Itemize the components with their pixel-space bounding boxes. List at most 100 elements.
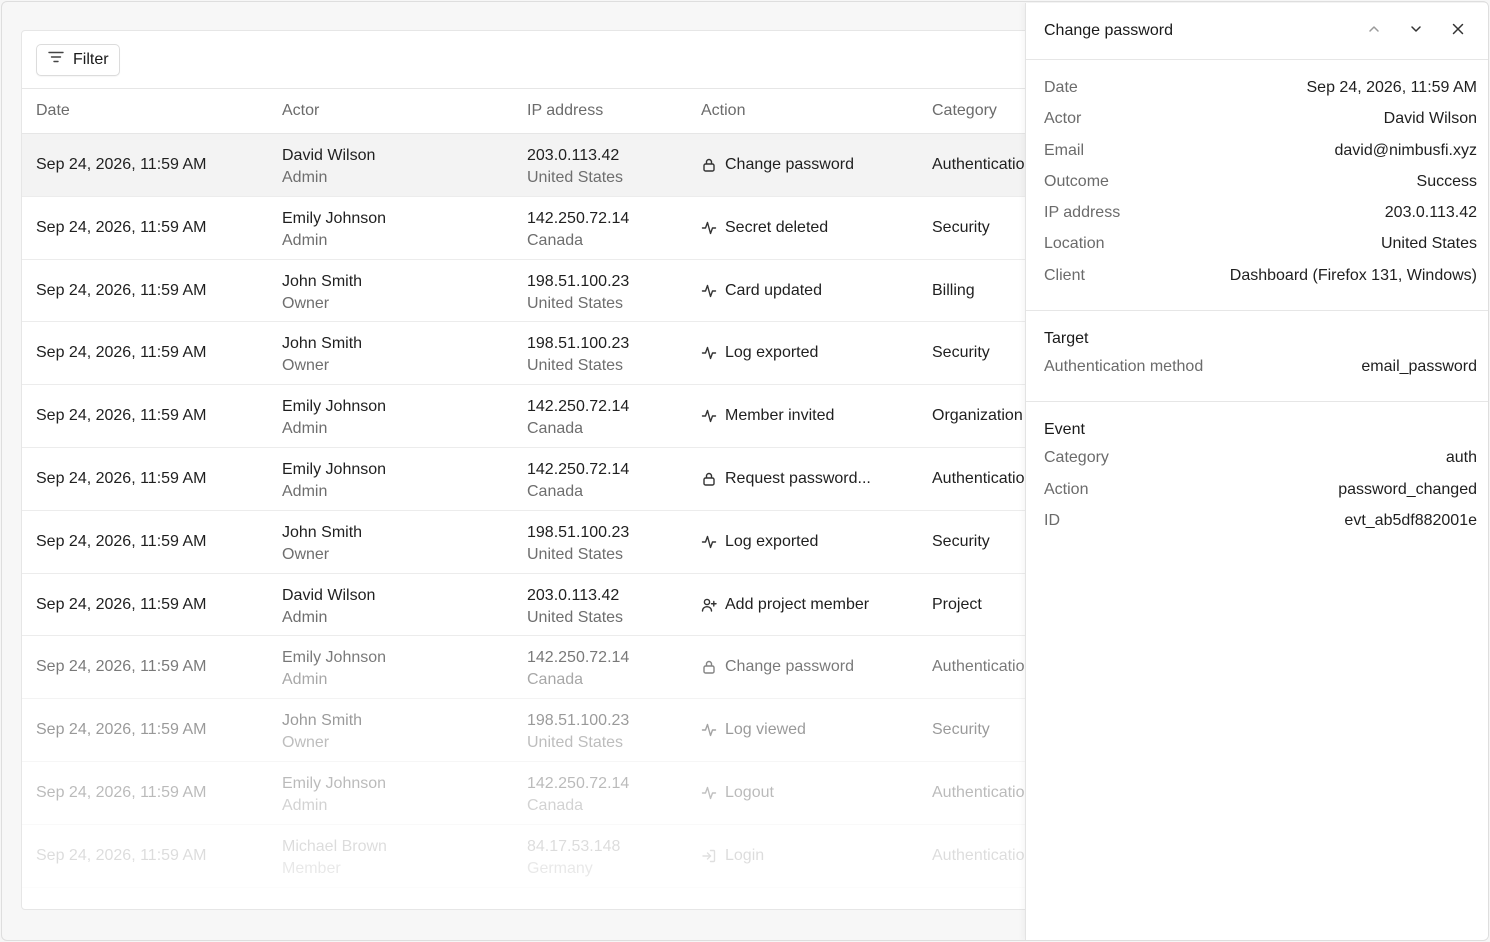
actor-name: Emily Johnson <box>282 460 387 478</box>
ip-address: 142.250.72.14 <box>527 460 630 478</box>
chevron-down-icon <box>1408 21 1424 42</box>
detail-row: ID evt_ab5df882001e <box>1044 510 1477 541</box>
app-window: Filter Date Actor IP address Action Cate… <box>1 1 1489 941</box>
row-actor: Emily Johnson Admin <box>282 208 386 252</box>
row-actor: Emily Johnson Admin <box>282 396 386 440</box>
table-row[interactable]: Sep 24, 2026, 11:59 AM Michael Brown Membe… <box>22 825 1080 888</box>
row-date: Sep 24, 2026, 11:59 AM <box>36 407 207 425</box>
close-panel-button[interactable] <box>1446 19 1470 43</box>
table-row[interactable]: Sep 24, 2026, 11:59 AM Emily Johnson Admin… <box>22 385 1080 448</box>
column-header-category[interactable]: Category <box>932 102 997 120</box>
ip-address: 142.250.72.14 <box>527 649 630 667</box>
row-category: Organization <box>932 407 1023 425</box>
actor-role: Owner <box>282 357 330 375</box>
activity-icon <box>701 722 717 738</box>
action-label: Card updated <box>725 281 822 299</box>
detail-row: Location United States <box>1044 233 1477 264</box>
row-action: Change password <box>701 658 854 676</box>
row-date: Sep 24, 2026, 11:59 AM <box>36 469 207 487</box>
row-category: Security <box>932 532 990 550</box>
row-ip: 198.51.100.23 United States <box>527 710 629 754</box>
detail-key: Client <box>1044 266 1085 284</box>
detail-key: Location <box>1044 235 1105 253</box>
row-ip: 198.51.100.23 United States <box>527 522 629 566</box>
filter-icon <box>47 48 65 71</box>
detail-value: United States <box>1380 235 1477 253</box>
row-ip: 142.250.72.14 Canada <box>527 208 629 252</box>
actor-role: Admin <box>282 608 328 626</box>
detail-value: 203.0.113.42 <box>1384 204 1477 222</box>
ip-country: Germany <box>527 859 593 877</box>
row-action: Logout <box>701 784 774 802</box>
detail-key: Date <box>1044 79 1078 96</box>
row-action: Log exported <box>701 344 818 362</box>
detail-value: password_changed <box>1338 480 1477 498</box>
details-section: Date Sep 24, 2026, 11:59 AM Actor David Wil… <box>1026 60 1488 312</box>
row-actor: Emily Johnson Admin <box>282 773 386 817</box>
detail-key: Outcome <box>1044 172 1109 190</box>
table-row[interactable]: Sep 24, 2026, 11:59 AM John Smith Owner 198… <box>22 511 1080 574</box>
ip-address: 142.250.72.14 <box>527 398 630 416</box>
detail-row: Email david@nimbusfi.xyz <box>1044 140 1477 171</box>
table-row[interactable]: Sep 24, 2026, 11:59 AM Emily Johnson Admin… <box>22 197 1080 260</box>
detail-row: Date Sep 24, 2026, 11:59 AM <box>1044 77 1477 108</box>
ip-address: 142.250.72.14 <box>527 774 630 792</box>
action-label: Change password <box>725 658 854 676</box>
action-label: Member invited <box>725 407 835 425</box>
row-actor: Emily Johnson Admin <box>282 647 386 691</box>
detail-value: email_password <box>1361 358 1477 376</box>
row-actor: Emily Johnson Admin <box>282 459 386 503</box>
detail-row: Outcome Success <box>1044 171 1477 202</box>
table-row[interactable]: Sep 24, 2026, 11:59 AM Emily Johnson Admin… <box>22 636 1080 700</box>
row-action: Change password <box>701 156 854 174</box>
table-row[interactable]: Sep 24, 2026, 11:59 AM Emily Johnson Admin… <box>22 762 1080 825</box>
row-action: Log viewed <box>701 721 806 739</box>
table-row[interactable]: Sep 24, 2026, 11:59 AM John Smith Owner 198… <box>22 699 1080 762</box>
filter-label: Filter <box>73 50 109 68</box>
actor-name: Michael Brown <box>282 837 387 855</box>
row-actor: John Smith Owner <box>282 333 362 377</box>
action-label: Logout <box>725 783 774 801</box>
row-date: Sep 24, 2026, 11:59 AM <box>36 344 207 362</box>
action-label: Log exported <box>725 532 819 550</box>
previous-event-button[interactable] <box>1362 19 1386 43</box>
row-date: Sep 24, 2026, 11:59 AM <box>36 218 207 236</box>
row-actor: John Smith Owner <box>282 271 362 315</box>
login-icon <box>701 848 717 864</box>
row-actor: Michael Brown Member <box>282 836 387 880</box>
chevron-up-icon <box>1366 21 1382 42</box>
table-row[interactable]: Sep 24, 2026, 11:59 AM Emily Johnson Admin… <box>22 448 1080 511</box>
row-ip: 84.17.53.148 Germany <box>527 836 620 880</box>
detail-key: Authentication method <box>1044 358 1204 376</box>
actor-role: Admin <box>282 169 328 186</box>
actor-name: Emily Johnson <box>282 649 387 667</box>
detail-row: Authentication method email_password <box>1044 356 1477 387</box>
column-header-action[interactable]: Action <box>701 102 745 120</box>
ip-country: Canada <box>527 420 584 438</box>
panel-header: Change password <box>1026 3 1488 60</box>
table-row[interactable]: Sep 24, 2026, 11:59 AM John Smith Owner 198… <box>22 260 1080 323</box>
filter-button[interactable]: Filter <box>36 43 120 76</box>
table-row[interactable]: Sep 24, 2026, 11:59 AM David Wilson Admin 2… <box>22 134 1080 197</box>
actor-role: Admin <box>282 420 328 438</box>
detail-value: David Wilson <box>1383 110 1477 128</box>
column-header-date[interactable]: Date <box>36 102 70 120</box>
table-header: Date Actor IP address Action Category <box>22 89 1080 134</box>
lock-icon <box>701 471 717 487</box>
column-header-ip[interactable]: IP address <box>527 102 603 120</box>
row-actor: John Smith Owner <box>282 710 362 754</box>
target-title: Target <box>1044 330 1089 348</box>
close-icon <box>1450 21 1466 42</box>
column-header-actor[interactable]: Actor <box>282 102 319 120</box>
ip-address: 198.51.100.23 <box>527 272 630 290</box>
table-row[interactable]: Sep 24, 2026, 11:59 AM John Smith Owner 198… <box>22 322 1080 386</box>
row-ip: 142.250.72.14 Canada <box>527 459 629 503</box>
activity-icon <box>701 408 717 424</box>
ip-address: 203.0.113.42 <box>527 586 620 604</box>
detail-key: Actor <box>1044 110 1082 128</box>
action-label: Change password <box>725 156 854 173</box>
table-row[interactable]: Sep 24, 2026, 11:59 AM David Wilson Admin 2… <box>22 574 1080 637</box>
next-event-button[interactable] <box>1404 19 1428 43</box>
ip-country: United States <box>527 608 624 626</box>
detail-key: Email <box>1044 141 1085 159</box>
